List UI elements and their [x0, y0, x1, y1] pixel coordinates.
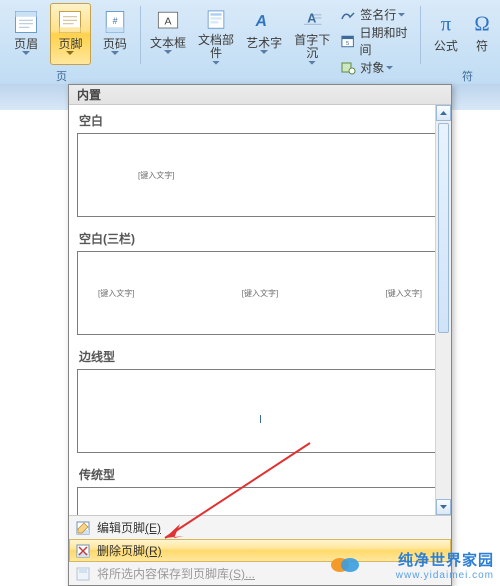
gallery-item-preview [77, 369, 443, 453]
save-icon [75, 566, 91, 582]
header-button[interactable]: 页眉 [6, 3, 46, 65]
scroll-down-button[interactable] [436, 499, 451, 515]
header-icon [12, 8, 40, 36]
gallery-item-preview: [键入文字] [键入文字] [键入文字] [77, 251, 443, 335]
group-label-symbols: 符 [462, 68, 473, 84]
footer-icon [56, 8, 84, 36]
symbol-button[interactable]: Ω 符 [470, 3, 494, 65]
object-button[interactable]: 对象 [340, 59, 417, 76]
gallery-scrollbar[interactable] [435, 105, 451, 515]
svg-text:Ω: Ω [474, 14, 489, 36]
document-edge [0, 110, 14, 540]
chevron-down-icon [212, 61, 220, 65]
gallery-heading: 内置 [69, 85, 451, 105]
parts-button[interactable]: 文档部件 [194, 3, 238, 65]
chevron-down-icon [164, 50, 172, 55]
svg-text:A: A [307, 12, 316, 26]
textbox-button[interactable]: A 文本框 [146, 3, 190, 65]
chevron-down-icon [440, 505, 447, 509]
watermark-logo-icon [330, 557, 360, 573]
save-selection-cmd: 将所选内容保存到页脚库(S)... [69, 562, 451, 585]
scroll-thumb[interactable] [438, 123, 449, 333]
group-label-hf: 页 [56, 68, 67, 84]
svg-text:A: A [164, 16, 171, 28]
equation-button[interactable]: π 公式 [426, 3, 466, 65]
equation-icon: π [431, 8, 461, 38]
placeholder-text: [键入文字] [386, 288, 422, 299]
object-icon [340, 60, 356, 76]
footer-label: 页脚 [58, 38, 82, 51]
edit-icon [75, 520, 91, 536]
gallery-item-label: 传统型 [79, 466, 443, 483]
textbox-icon: A [154, 7, 182, 35]
svg-text:π: π [441, 14, 452, 36]
dropcap-label: 首字下沉 [290, 34, 334, 60]
signature-label: 签名行 [360, 6, 396, 23]
chevron-down-icon [386, 66, 393, 70]
gallery-item-traditional[interactable]: 传统型 1 [69, 459, 451, 515]
signature-icon [340, 7, 356, 23]
placeholder-text: [键入文字] [242, 288, 278, 299]
chevron-up-icon [440, 111, 447, 115]
object-label: 对象 [360, 59, 384, 76]
gallery-item-label: 空白 [79, 112, 443, 129]
pagenum-label: 页码 [103, 38, 127, 51]
wordart-icon: A [250, 7, 278, 35]
edit-footer-cmd[interactable]: 编辑页脚(E) [69, 516, 451, 539]
gallery-item-border[interactable]: 边线型 [69, 341, 451, 459]
pagenum-button[interactable]: # 页码 [95, 3, 135, 65]
gallery-item-blank-3col[interactable]: 空白(三栏) [键入文字] [键入文字] [键入文字] [69, 223, 451, 341]
parts-label: 文档部件 [194, 34, 238, 60]
placeholder-text: [键入文字] [98, 288, 134, 299]
datetime-icon: 5 [340, 33, 355, 49]
footer-gallery: 内置 空白 [键入文字] 空白(三栏) [键入文字] [键入文字] [键入文字]… [68, 84, 452, 586]
chevron-down-icon [398, 13, 405, 17]
wordart-label: 艺术字 [246, 37, 282, 50]
chevron-down-icon [66, 51, 74, 56]
placeholder-text: [键入文字] [138, 170, 174, 181]
svg-text:#: # [112, 16, 117, 26]
edit-footer-label: 编辑页脚(E) [97, 519, 161, 536]
watermark: 纯净世界家园 www.yidaimei.com [396, 549, 494, 581]
gallery-item-label: 空白(三栏) [79, 230, 443, 247]
save-selection-label: 将所选内容保存到页脚库(S)... [97, 565, 255, 582]
chevron-down-icon [22, 51, 30, 56]
gallery-footer-commands: 编辑页脚(E) 删除页脚(R) 将所选内容保存到页脚库(S)... [69, 515, 451, 585]
datetime-label: 日期和时间 [360, 24, 417, 58]
insert-text-small-group: 签名行 5 日期和时间 对象 [336, 2, 417, 76]
chevron-down-icon [260, 50, 268, 55]
header-label: 页眉 [14, 38, 38, 51]
gallery-item-preview: [键入文字] [77, 133, 443, 217]
svg-text:A: A [254, 13, 269, 30]
gallery-item-blank[interactable]: 空白 [键入文字] [69, 105, 451, 223]
signature-button[interactable]: 签名行 [340, 6, 417, 23]
ribbon-separator [420, 6, 421, 64]
gallery-item-preview: 1 [77, 487, 443, 515]
parts-icon [202, 7, 230, 32]
chevron-down-icon [308, 61, 316, 65]
wordart-button[interactable]: A 艺术字 [242, 3, 286, 65]
dropcap-icon: A [298, 7, 326, 32]
watermark-url: www.yidaimei.com [396, 570, 494, 581]
dropcap-button[interactable]: A 首字下沉 [290, 3, 334, 65]
gallery-item-label: 边线型 [79, 348, 443, 365]
chevron-down-icon [111, 51, 119, 56]
footer-button[interactable]: 页脚 [50, 3, 90, 65]
symbol-label: 符 [476, 40, 488, 53]
textbox-label: 文本框 [150, 37, 186, 50]
pagenum-icon: # [101, 8, 129, 36]
svg-text:5: 5 [346, 41, 349, 47]
datetime-button[interactable]: 5 日期和时间 [340, 24, 417, 58]
remove-footer-label: 删除页脚(R) [97, 542, 162, 559]
ribbon: 页眉 页脚 # 页码 A 文本框 文档部件 A 艺术字 A 首字下沉 签名行 [0, 0, 500, 85]
watermark-text: 纯净世界家园 [396, 549, 494, 570]
ribbon-separator [140, 6, 141, 64]
remove-icon [75, 543, 91, 559]
scroll-up-button[interactable] [436, 105, 451, 121]
remove-footer-cmd[interactable]: 删除页脚(R) [69, 539, 451, 562]
symbol-icon: Ω [467, 8, 497, 38]
gallery-scroll-area: 空白 [键入文字] 空白(三栏) [键入文字] [键入文字] [键入文字] 边线… [69, 105, 451, 515]
equation-label: 公式 [434, 40, 458, 53]
